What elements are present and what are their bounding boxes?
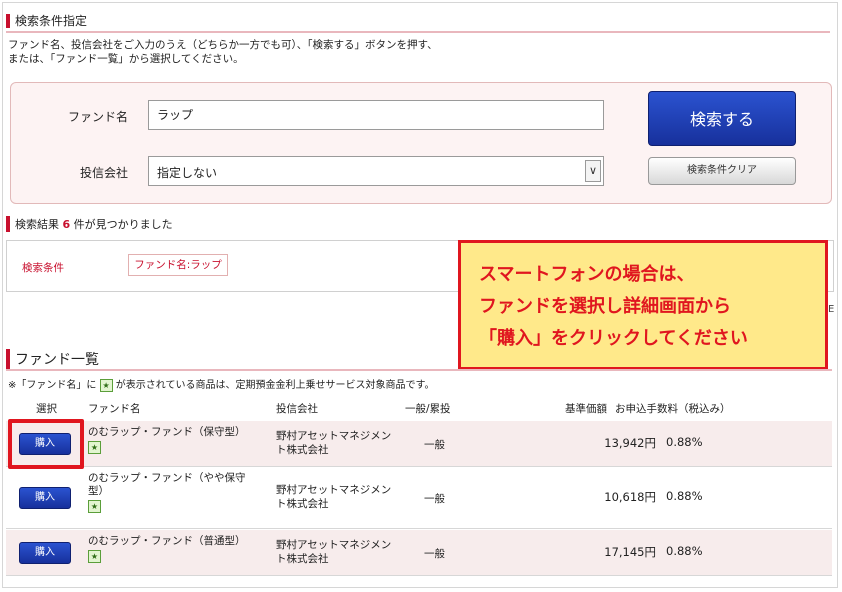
result-prefix: 検索結果 — [15, 218, 59, 231]
result-summary: 検索結果 6 件が見つかりました — [6, 216, 173, 232]
price-cell: 10,618円 — [604, 490, 656, 504]
type-cell: 一般 — [424, 493, 445, 505]
fund-name: のむラップ・ファンド（やや保守型） — [88, 472, 246, 497]
fund-name-input[interactable]: ラップ — [148, 100, 604, 130]
condition-label: 検索条件 — [22, 262, 64, 274]
fund-name-cell: のむラップ・ファンド（普通型） ★ — [88, 535, 258, 563]
col-price: 基準価額 — [565, 403, 607, 415]
chevron-down-icon[interactable]: ∨ — [585, 160, 601, 182]
search-heading: 検索条件指定 — [6, 14, 87, 28]
col-fee: お申込手数料（税込み） — [615, 403, 731, 415]
fund-row: 購入 のむラップ・ファンド（保守型） ★ 野村アセットマネジメント株式会社 一般… — [6, 421, 832, 467]
company-select-value: 指定しない — [157, 166, 218, 180]
col-type: 一般/累投 — [405, 403, 451, 415]
col-select: 選択 — [36, 403, 57, 415]
fee-cell: 0.88% — [666, 489, 703, 503]
instruction-line-2: または、「ファンド一覧」から選択してください。 — [8, 53, 244, 65]
price-cell: 17,145円 — [604, 545, 656, 559]
note-before: ※「ファンド名」に — [8, 380, 97, 391]
buy-button-highlight — [8, 419, 84, 469]
result-count: 6 — [62, 218, 71, 231]
company-cell: 野村アセットマネジメント株式会社 — [276, 430, 392, 456]
note-after: が表示されている商品は、定期預金金利上乗せサービス対象商品です。 — [115, 380, 435, 391]
instruction-text: ファンド名、投信会社をご入力のうえ（どちらか一方でも可）、「検索する」ボタンを押… — [8, 38, 768, 66]
buy-button[interactable]: 購入 — [19, 542, 71, 564]
fund-list-title: ファンド一覧 — [6, 349, 99, 369]
smartphone-callout: スマートフォンの場合は、 ファンドを選択し詳細画面から 「購入」をクリックしてく… — [458, 240, 828, 370]
star-icon: ★ — [88, 550, 101, 563]
type-cell: 一般 — [424, 439, 445, 451]
star-icon: ★ — [88, 441, 101, 454]
fund-name: のむラップ・ファンド（普通型） — [88, 535, 246, 547]
col-company: 投信会社 — [276, 403, 318, 415]
fund-list-divider — [6, 369, 832, 371]
condition-tag: ファンド名:ラップ — [128, 254, 228, 276]
star-icon: ★ — [88, 500, 101, 513]
company-cell: 野村アセットマネジメント株式会社 — [276, 484, 392, 510]
price-cell: 13,942円 — [604, 436, 656, 450]
fund-row: 購入 のむラップ・ファンド（やや保守型） ★ 野村アセットマネジメント株式会社 … — [6, 467, 832, 529]
clear-conditions-button[interactable]: 検索条件クリア — [648, 157, 796, 185]
company-cell: 野村アセットマネジメント株式会社 — [276, 539, 392, 565]
company-label: 投信会社 — [79, 166, 128, 180]
fund-name-label: ファンド名 — [67, 110, 128, 124]
callout-line-3: 「購入」をクリックしてください — [479, 328, 748, 349]
instruction-line-1: ファンド名、投信会社をご入力のうえ（どちらか一方でも可）、「検索する」ボタンを押… — [8, 39, 438, 51]
fund-name-cell: のむラップ・ファンド（保守型） ★ — [88, 426, 258, 454]
search-button[interactable]: 検索する — [648, 91, 796, 146]
result-suffix: 件が見つかりました — [73, 218, 173, 231]
star-icon: ★ — [99, 378, 113, 392]
type-cell: 一般 — [424, 548, 445, 560]
fund-row: 購入 のむラップ・ファンド（普通型） ★ 野村アセットマネジメント株式会社 一般… — [6, 530, 832, 576]
callout-side-mark: E — [828, 304, 835, 315]
fund-name-cell: のむラップ・ファンド（やや保守型） ★ — [88, 472, 258, 513]
callout-line-1: スマートフォンの場合は、 — [479, 264, 695, 285]
fee-cell: 0.88% — [666, 544, 703, 558]
fee-cell: 0.88% — [666, 435, 703, 449]
fund-name: のむラップ・ファンド（保守型） — [88, 426, 246, 438]
buy-button[interactable]: 購入 — [19, 487, 71, 509]
company-select[interactable]: 指定しない ∨ — [148, 156, 604, 186]
col-fund-name: ファンド名 — [88, 403, 141, 415]
service-note: ※「ファンド名」に ★ が表示されている商品は、定期預金金利上乗せサービス対象商… — [8, 376, 434, 392]
callout-line-2: ファンドを選択し詳細画面から — [479, 296, 731, 317]
heading-divider — [6, 31, 830, 33]
